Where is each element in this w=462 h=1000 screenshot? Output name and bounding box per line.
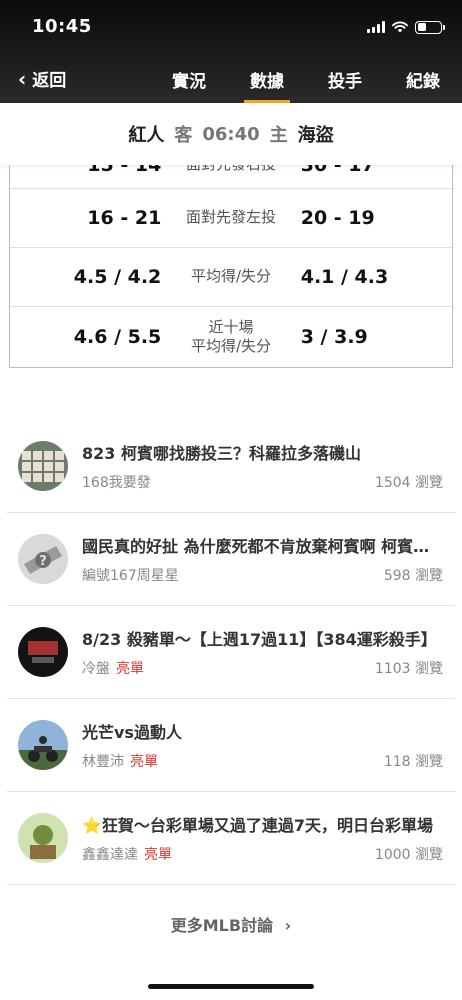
svg-text:?: ? xyxy=(39,554,47,569)
post-body: 光芒vs過動人 林豐沛 亮單 118 瀏覽 xyxy=(82,719,455,771)
post-author: 林豐沛 xyxy=(82,754,124,770)
list-item[interactable]: ⭐狂賀～台彩單場又過了連過7天，明日台彩單場 鑫鑫達達 亮單 1000 瀏覽 xyxy=(7,792,455,885)
post-badge: 亮單 xyxy=(116,661,144,677)
dark-photo-icon xyxy=(18,627,68,677)
status-time: 10:45 xyxy=(32,16,92,37)
stat-home-value: 3 / 3.9 xyxy=(300,326,368,348)
stat-away-value: 4.5 / 4.2 xyxy=(73,266,162,288)
list-item[interactable]: 光芒vs過動人 林豐沛 亮單 118 瀏覽 xyxy=(7,699,455,792)
stat-away-value: 4.6 / 5.5 xyxy=(73,326,162,348)
game-time: 06:40 xyxy=(202,123,260,145)
tab-records[interactable]: 紀錄 xyxy=(384,56,462,103)
wifi-icon xyxy=(392,21,408,33)
signal-icon xyxy=(367,21,385,33)
post-views: 1000 瀏覽 xyxy=(374,847,443,863)
stat-label: 平均得/失分 xyxy=(190,267,272,286)
stat-label: 近十場 平均得/失分 xyxy=(190,317,272,356)
more-link-label: 更多MLB討論 xyxy=(170,916,274,935)
post-author: 冷盤 xyxy=(82,661,110,677)
chevron-right-icon: › xyxy=(284,916,292,935)
post-author: 編號167周星星 xyxy=(82,568,179,584)
avatar: ? xyxy=(18,534,68,584)
away-team: 紅人 xyxy=(128,125,165,146)
motorbike-photo-icon xyxy=(18,720,68,770)
post-badge: 亮單 xyxy=(144,847,172,863)
stat-home-value: 4.1 / 4.3 xyxy=(300,266,389,288)
back-button[interactable]: ‹ 返回 xyxy=(18,66,67,92)
avatar xyxy=(18,813,68,863)
stat-row: 4.5 / 4.2 平均得/失分 4.1 / 4.3 xyxy=(10,248,452,307)
avatar xyxy=(18,720,68,770)
post-title: 8/23 殺豬單～【上週17過11】【384運彩殺手】 xyxy=(82,630,437,649)
post-meta: 編號167周星星 598 瀏覽 xyxy=(82,565,443,585)
tab-bar: 實況 數據 投手 紀錄 xyxy=(150,56,462,103)
post-body: ⭐狂賀～台彩單場又過了連過7天，明日台彩單場 鑫鑫達達 亮單 1000 瀏覽 xyxy=(82,812,455,864)
post-meta: 168我要發 1504 瀏覽 xyxy=(82,472,443,492)
status-bar: 10:45 xyxy=(0,0,462,56)
stat-home-value: 20 - 19 xyxy=(300,207,375,229)
post-views: 1504 瀏覽 xyxy=(374,475,443,491)
post-author-line: 冷盤 亮單 xyxy=(82,658,144,678)
more-mlb-discussions-link[interactable]: 更多MLB討論 › xyxy=(0,912,462,936)
post-title: 823 柯賓哪找勝投三？科羅拉多落磯山 xyxy=(82,444,361,463)
stat-row: 16 - 21 面對先發左投 20 - 19 xyxy=(10,189,452,248)
post-author: 168我要發 xyxy=(82,475,151,491)
tab-stats[interactable]: 數據 xyxy=(228,56,306,103)
avatar xyxy=(18,627,68,677)
post-body: 國民真的好扯 為什麼死都不肯放棄柯賓啊 柯賓不配 編號167周星星 598 瀏覽 xyxy=(82,533,455,585)
post-title: 光芒vs過動人 xyxy=(82,723,182,742)
nav-bar: ‹ 返回 實況 數據 投手 紀錄 xyxy=(0,56,462,103)
post-meta: 鑫鑫達達 亮單 1000 瀏覽 xyxy=(82,844,443,864)
post-meta: 冷盤 亮單 1103 瀏覽 xyxy=(82,658,443,678)
matchup-bar: 紅人 客 06:40 主 海盜 xyxy=(0,103,462,165)
post-author-line: 鑫鑫達達 亮單 xyxy=(82,844,172,864)
post-author: 鑫鑫達達 xyxy=(82,847,138,863)
question-mark-icon: ? xyxy=(18,534,68,584)
battery-icon xyxy=(415,20,445,34)
home-tag: 主 xyxy=(269,125,288,146)
stat-row: 4.6 / 5.5 近十場 平均得/失分 3 / 3.9 xyxy=(10,307,452,367)
grid-photo-icon xyxy=(18,441,68,491)
status-icons xyxy=(367,19,445,35)
post-meta: 林豐沛 亮單 118 瀏覽 xyxy=(82,751,443,771)
discussion-list: 823 柯賓哪找勝投三？科羅拉多落磯山 168我要發 1504 瀏覽 ? 國民真… xyxy=(7,420,455,885)
post-author-line: 林豐沛 亮單 xyxy=(82,751,158,771)
stat-away-value: 16 - 21 xyxy=(87,207,162,229)
post-author-line: 編號167周星星 xyxy=(82,565,179,585)
list-item[interactable]: 823 柯賓哪找勝投三？科羅拉多落磯山 168我要發 1504 瀏覽 xyxy=(7,420,455,513)
battery-level xyxy=(417,23,427,31)
post-body: 823 柯賓哪找勝投三？科羅拉多落磯山 168我要發 1504 瀏覽 xyxy=(82,440,455,492)
post-author-line: 168我要發 xyxy=(82,472,151,492)
post-body: 8/23 殺豬單～【上週17過11】【384運彩殺手】 冷盤 亮單 1103 瀏覽 xyxy=(82,626,455,678)
tab-live[interactable]: 實況 xyxy=(150,56,228,103)
list-item[interactable]: ? 國民真的好扯 為什麼死都不肯放棄柯賓啊 柯賓不配 編號167周星星 598 … xyxy=(7,513,455,606)
post-views: 118 瀏覽 xyxy=(383,754,443,770)
post-title: ⭐狂賀～台彩單場又過了連過7天，明日台彩單場 xyxy=(82,816,434,835)
post-title: 國民真的好扯 為什麼死都不肯放棄柯賓啊 柯賓不配 xyxy=(82,537,443,556)
tab-pitchers[interactable]: 投手 xyxy=(306,56,384,103)
back-label: 返回 xyxy=(32,71,67,91)
home-indicator xyxy=(148,984,314,989)
list-item[interactable]: 8/23 殺豬單～【上週17過11】【384運彩殺手】 冷盤 亮單 1103 瀏覽 xyxy=(7,606,455,699)
post-views: 598 瀏覽 xyxy=(383,568,443,584)
chevron-left-icon: ‹ xyxy=(18,66,27,91)
away-tag: 客 xyxy=(174,125,193,146)
post-badge: 亮單 xyxy=(130,754,158,770)
post-views: 1103 瀏覽 xyxy=(374,661,443,677)
stat-label: 面對先發左投 xyxy=(186,208,277,227)
home-team: 海盜 xyxy=(297,125,334,146)
app-header: 10:45 ‹ 返回 實況 數據 投手 紀錄 xyxy=(0,0,462,103)
team-stats-table: 15 - 14 面對先發右投 30 - 17 16 - 21 面對先發左投 20… xyxy=(9,130,453,368)
avatar xyxy=(18,441,68,491)
green-photo-icon xyxy=(18,813,68,863)
